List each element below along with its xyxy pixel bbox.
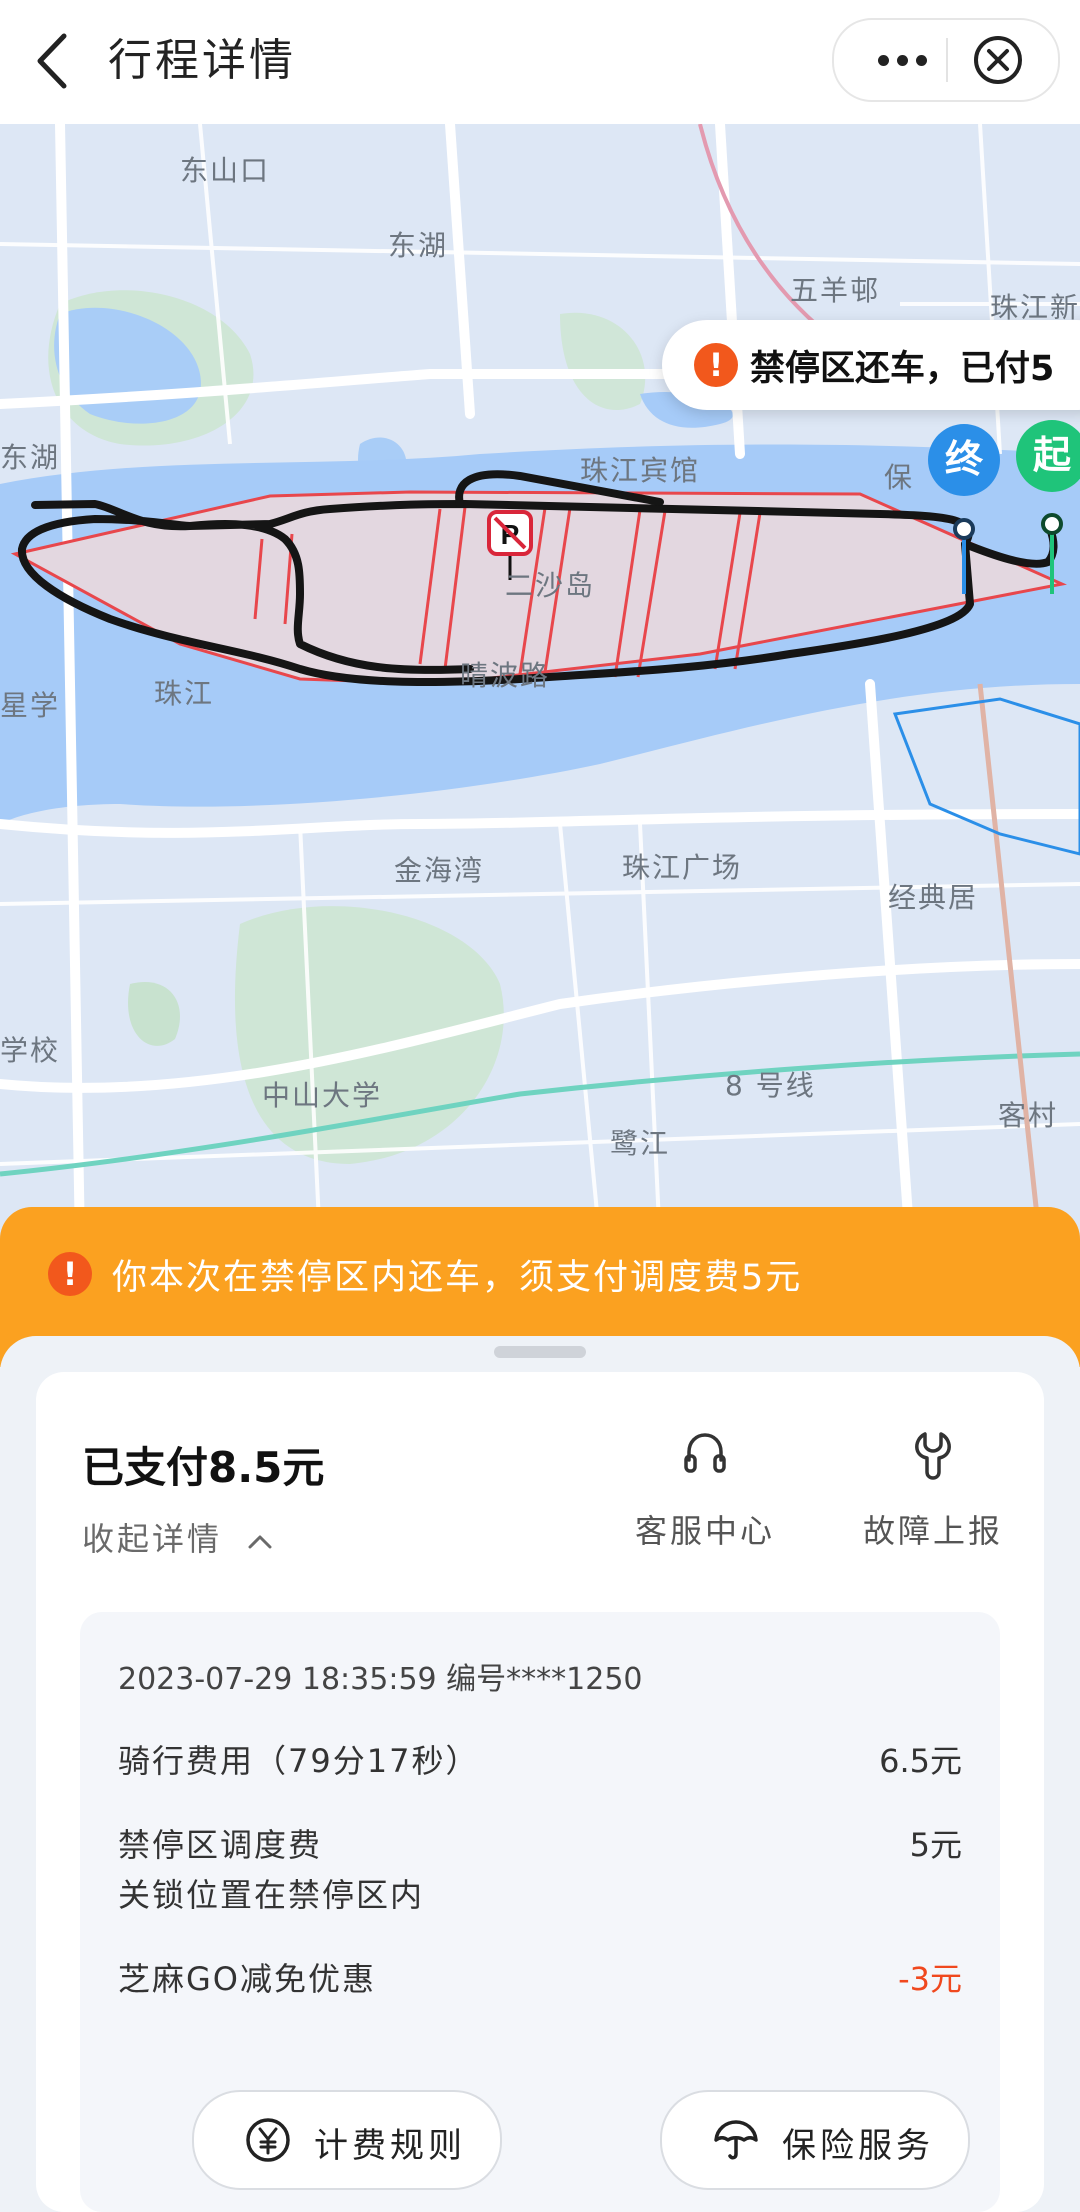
alert-icon: ! (694, 343, 738, 387)
end-pin[interactable]: 终 (928, 424, 1000, 496)
map-label: 东湖 (0, 441, 61, 474)
back-icon[interactable] (30, 28, 78, 94)
fee-row-value: 6.5元 (879, 1742, 962, 1780)
insurance-label: 保险服务 (782, 2126, 934, 2166)
alert-icon: ! (48, 1252, 92, 1296)
discount-value: -3元 (898, 1960, 962, 1998)
callout-text: 禁停区还车，已付5 (750, 349, 1055, 389)
customer-service-button[interactable]: 客服中心 (620, 1426, 790, 1566)
customer-service-label: 客服中心 (634, 1512, 775, 1550)
map-label: 东湖 (388, 229, 449, 262)
fee-row-label: 骑行费用（79分17秒） (118, 1742, 480, 1780)
map-label: 保 (884, 461, 915, 494)
fee-details: 2023-07-29 18:35:59 编号****1250 骑行费用（79分1… (80, 1612, 1000, 2212)
umbrella-icon (714, 2120, 758, 2160)
fee-rules-label: 计费规则 (314, 2126, 466, 2166)
fee-row-label: 禁停区调度费 (118, 1826, 323, 1864)
map-label: 经典居 (888, 881, 979, 914)
map-label: 学校 (0, 1034, 61, 1067)
page-title: 行程详情 (108, 35, 296, 86)
map-label: 东山口 (180, 154, 271, 187)
map-label: 星学 (0, 689, 61, 722)
fee-row-value: 5元 (909, 1826, 962, 1864)
map-label: 珠江 (154, 677, 215, 710)
start-pin[interactable]: 起 (1016, 420, 1080, 492)
mini-program-capsule (832, 18, 1060, 102)
fee-rules-button[interactable]: 计费规则 (192, 2090, 502, 2190)
capsule-divider (946, 38, 948, 82)
map-label: 8 号线 (725, 1069, 816, 1102)
yen-icon (246, 2118, 290, 2162)
map-label: 中山大学 (262, 1079, 383, 1112)
map-label: 金海湾 (394, 854, 485, 887)
trip-meta: 2023-07-29 18:35:59 编号****1250 (118, 1662, 643, 1697)
top-bar: 行程详情 (0, 0, 1080, 124)
fee-row-label: 芝麻GO减免优惠 (118, 1960, 376, 1998)
map-label: 鹭江 (610, 1127, 671, 1160)
more-icon[interactable] (862, 34, 942, 86)
collapse-details-toggle[interactable]: 收起详情 (82, 1514, 273, 1560)
collapse-label: 收起详情 (82, 1520, 223, 1558)
map-label: 珠江宾馆 (580, 454, 701, 487)
map-label: 珠江广场 (622, 851, 743, 884)
close-icon[interactable] (970, 32, 1026, 88)
map-label: 二沙岛 (505, 569, 596, 602)
headset-icon (684, 1433, 726, 1473)
map-label: 晴波路 (460, 659, 551, 692)
drag-handle[interactable] (494, 1346, 586, 1358)
paid-amount: 已支付8.5元 (82, 1443, 325, 1492)
map-view[interactable]: P 东山口 东湖 五羊邨 珠江新 珠江宾馆 东湖 保 珠江 二沙岛 晴波路 星学… (0, 124, 1080, 1244)
map-label: 五羊邨 (790, 274, 881, 307)
chevron-up-icon (248, 1535, 272, 1549)
wrench-icon (915, 1432, 951, 1480)
banner-text: 你本次在禁停区内还车，须支付调度费5元 (112, 1258, 803, 1298)
map-callout: ! 禁停区还车，已付5 (662, 320, 1080, 410)
bottom-sheet: 已支付8.5元 收起详情 客服中心 故障上报 2023-07-29 18:35:… (0, 1336, 1080, 2212)
insurance-button[interactable]: 保险服务 (660, 2090, 970, 2190)
map-label: 客村 (998, 1099, 1059, 1132)
trip-card: 已支付8.5元 收起详情 客服中心 故障上报 2023-07-29 18:35:… (36, 1372, 1044, 2212)
fault-report-button[interactable]: 故障上报 (848, 1426, 1018, 1566)
fault-report-label: 故障上报 (862, 1512, 1003, 1550)
fee-row-note: 关锁位置在禁停区内 (118, 1876, 425, 1914)
